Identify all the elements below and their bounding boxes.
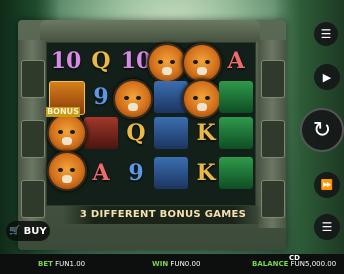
win-value: FUN0.00 <box>170 260 201 268</box>
bet-value: FUN1.00 <box>55 260 86 268</box>
lizard-symbol <box>219 117 253 149</box>
bet-display: BET FUN1.00 <box>38 260 86 268</box>
buy-button[interactable]: 🛒 BUY <box>6 221 50 241</box>
tiger-symbol <box>113 79 153 119</box>
menu-button[interactable]: ☰ <box>314 214 340 240</box>
symbol-10: 10 <box>50 48 82 74</box>
balance-display: BALANCE FUN5,000.00 <box>252 260 337 268</box>
autoplay-button[interactable]: ▶ <box>314 64 340 90</box>
pillar-right <box>258 40 286 228</box>
footer-bar: BET FUN1.00 WIN FUN0.00 CD BALANCE FUN5,… <box>0 254 344 274</box>
tiger-symbol <box>47 113 87 153</box>
play-icon: ▶ <box>322 70 332 84</box>
fast-forward-icon: ⏩ <box>320 179 334 191</box>
symbol-a: A <box>227 48 245 74</box>
spin-button[interactable]: ↻ <box>300 108 344 152</box>
bonus-label: BONUS <box>46 107 80 117</box>
menu-icon: ☰ <box>321 220 333 234</box>
ape-symbol <box>84 117 118 149</box>
spin-icon: ↻ <box>312 117 332 143</box>
symbol-q: Q <box>91 48 111 74</box>
pillar-carving <box>261 180 285 218</box>
symbol-k: K <box>196 120 216 146</box>
turbo-button[interactable]: ⏩ <box>314 172 340 198</box>
cart-icon: 🛒 <box>9 226 21 236</box>
reel-grid: 10 Q 10 A 9 Q K A 9 K <box>46 42 256 206</box>
pillar-left <box>18 40 46 228</box>
tiger-symbol <box>147 43 187 83</box>
lizard-symbol <box>219 81 253 113</box>
tiger-symbol <box>182 43 222 83</box>
hornbill-symbol <box>154 117 188 149</box>
tiger-symbol <box>182 79 222 119</box>
tiger-symbol <box>47 151 87 191</box>
win-display: WIN FUN0.00 <box>152 260 201 268</box>
balance-value: FUN5,000.00 <box>290 260 337 268</box>
coins-button[interactable]: ☰ <box>314 22 338 46</box>
pillar-carving <box>261 60 285 98</box>
bonus-games-banner: 3 DIFFERENT BONUS GAMES <box>63 206 263 224</box>
coins-icon: ☰ <box>320 27 332 41</box>
lizard-symbol <box>219 157 253 189</box>
pillar-carving <box>21 60 45 98</box>
symbol-q: Q <box>126 120 146 146</box>
pillar-carving <box>21 180 45 218</box>
symbol-k: K <box>196 160 216 186</box>
pillar-carving <box>21 120 45 158</box>
pillar-carving <box>261 120 285 158</box>
buy-label: BUY <box>23 225 47 237</box>
symbol-9: 9 <box>128 160 144 186</box>
symbol-a: A <box>92 160 110 186</box>
hornbill-symbol <box>154 157 188 189</box>
temple-arch <box>40 20 260 42</box>
